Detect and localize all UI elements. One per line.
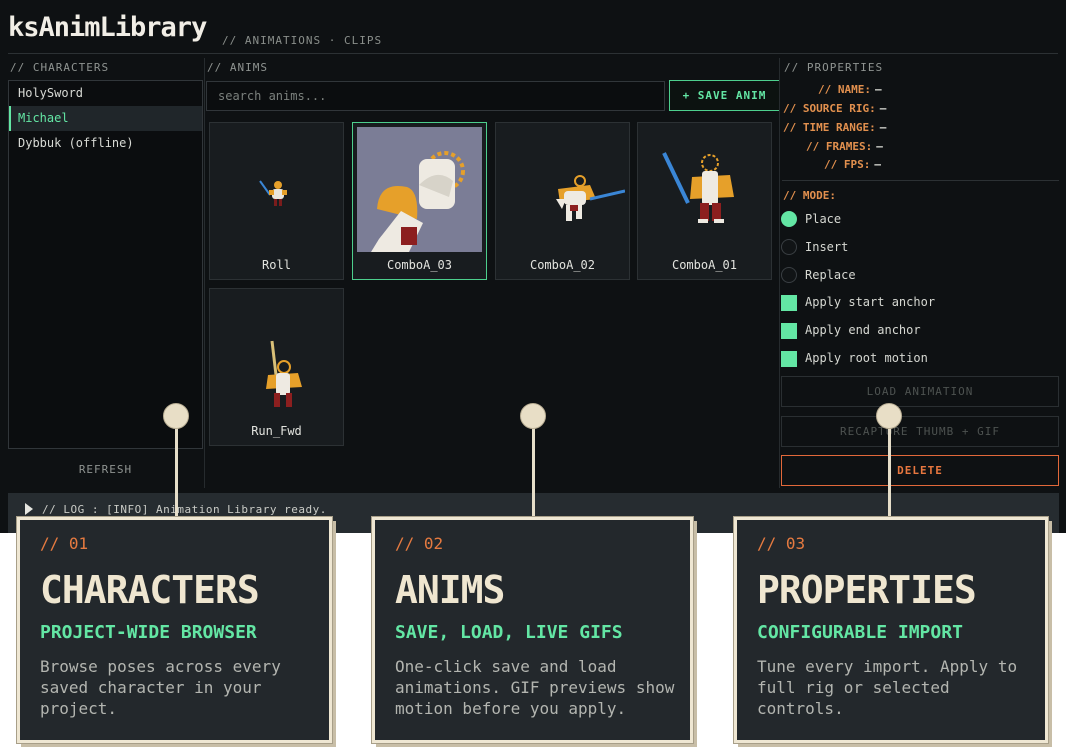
- prop-label: // FPS:: [824, 158, 871, 171]
- option-label: Replace: [805, 268, 856, 282]
- app-title: ksAnimLibrary: [8, 12, 207, 43]
- anim-card-comboa-03[interactable]: ComboA_03: [352, 122, 487, 280]
- properties-header: // PROPERTIES: [784, 61, 884, 74]
- callout-title: CHARACTERS: [40, 568, 260, 612]
- callout-title: ANIMS: [395, 568, 505, 612]
- prop-source-rig: // SOURCE RIG: —: [783, 102, 886, 115]
- anim-card-roll[interactable]: Roll: [209, 122, 344, 280]
- callout-number: // 01: [40, 534, 89, 553]
- callout-connector: [532, 415, 535, 517]
- prop-time-range: // TIME RANGE: —: [783, 121, 886, 134]
- prop-value: —: [879, 102, 887, 115]
- callout-description: One-click save and load animations. GIF …: [395, 657, 675, 718]
- search-anims-input[interactable]: [206, 81, 665, 111]
- checkbox-icon: [781, 351, 797, 367]
- callout-number: // 02: [395, 534, 444, 553]
- anim-card-run-fwd[interactable]: Run_Fwd: [209, 288, 344, 446]
- callout-properties: // 03 PROPERTIES CONFIGURABLE IMPORT Tun…: [734, 517, 1048, 743]
- callout-anims: // 02 ANIMS SAVE, LOAD, LIVE GIFS One-cl…: [372, 517, 693, 743]
- anim-card-label: ComboA_02: [529, 258, 596, 272]
- anims-header: // ANIMS: [207, 61, 268, 74]
- prop-label: // FRAMES:: [806, 140, 873, 153]
- roll-thumbnail: [259, 180, 287, 206]
- run-fwd-thumbnail: [266, 340, 302, 407]
- expand-arrow-icon[interactable]: [25, 503, 33, 515]
- option-label: Apply start anchor: [805, 295, 936, 309]
- character-list[interactable]: HolySword Michael Dybbuk (offline): [8, 80, 203, 449]
- anim-card-label: Roll: [262, 258, 291, 272]
- prop-value: —: [879, 121, 887, 134]
- callout-pin: [520, 403, 546, 429]
- checkbox-icon: [781, 295, 797, 311]
- anim-card-label: ComboA_01: [671, 258, 738, 272]
- option-label: Apply end anchor: [805, 323, 921, 337]
- prop-value: —: [874, 158, 881, 171]
- checkbox-icon: [781, 323, 797, 339]
- anim-card-label: Run_Fwd: [251, 424, 302, 438]
- callout-characters: // 01 CHARACTERS PROJECT-WIDE BROWSER Br…: [17, 517, 332, 743]
- properties-divider: [782, 180, 1059, 181]
- radio-icon: [781, 239, 797, 255]
- radio-icon: [781, 211, 797, 227]
- comboa-01-thumbnail: [662, 152, 734, 223]
- callout-pin: [163, 403, 189, 429]
- save-anim-button[interactable]: + SAVE ANIM: [669, 80, 780, 111]
- log-text: // LOG : [INFO] Animation Library ready.: [42, 503, 327, 516]
- prop-value: —: [876, 140, 883, 153]
- callout-description: Browse poses across every saved characte…: [40, 657, 281, 718]
- callout-pin: [876, 403, 902, 429]
- character-item-dybbuk[interactable]: Dybbuk (offline): [9, 131, 202, 156]
- callout-subtitle: SAVE, LOAD, LIVE GIFS: [395, 622, 623, 643]
- callout-connector: [175, 415, 178, 517]
- callout-title: PROPERTIES: [757, 568, 977, 612]
- prop-frames: // FRAMES: —: [806, 140, 883, 153]
- comboa-03-thumbnail: [357, 127, 482, 252]
- recapture-thumb-gif-button[interactable]: RECAPTURE THUMB + GIF: [781, 416, 1059, 447]
- character-item-holysword[interactable]: HolySword: [9, 81, 202, 106]
- callout-subtitle: CONFIGURABLE IMPORT: [757, 622, 963, 643]
- callout-connector: [888, 415, 891, 517]
- prop-value: —: [874, 83, 882, 96]
- characters-header: // CHARACTERS: [10, 61, 110, 74]
- anim-card-label: ComboA_03: [386, 258, 453, 272]
- app-subtitle: // ANIMATIONS · CLIPS: [222, 34, 383, 47]
- prop-label: // NAME:: [818, 83, 871, 96]
- callout-description: Tune every import. Apply to full rig or …: [757, 657, 1018, 718]
- radio-icon: [781, 267, 797, 283]
- panel-divider: [779, 58, 780, 488]
- anim-card-comboa-01[interactable]: ComboA_01: [637, 122, 772, 280]
- prop-fps: // FPS: —: [824, 158, 881, 171]
- prop-name: // NAME: —: [818, 83, 882, 96]
- panel-divider: [204, 58, 205, 488]
- prop-label: // TIME RANGE:: [783, 121, 876, 134]
- comboa-02-thumbnail: [556, 175, 625, 221]
- anim-card-comboa-02[interactable]: ComboA_02: [495, 122, 630, 280]
- header-divider: [8, 53, 1058, 54]
- character-item-michael[interactable]: Michael: [9, 106, 202, 131]
- load-animation-button[interactable]: LOAD ANIMATION: [781, 376, 1059, 407]
- callout-number: // 03: [757, 534, 806, 553]
- option-label: Place: [805, 212, 842, 226]
- delete-button[interactable]: DELETE: [781, 455, 1059, 486]
- callout-subtitle: PROJECT-WIDE BROWSER: [40, 622, 257, 643]
- refresh-button[interactable]: REFRESH: [8, 463, 203, 476]
- option-label: Apply root motion: [805, 351, 928, 365]
- mode-header: // MODE:: [783, 189, 836, 202]
- option-label: Insert: [805, 240, 849, 254]
- prop-label: // SOURCE RIG:: [783, 102, 876, 115]
